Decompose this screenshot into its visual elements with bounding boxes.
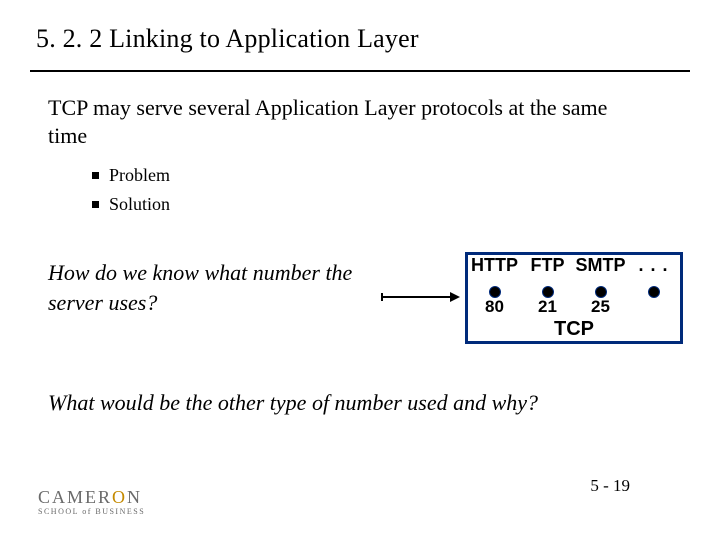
logo-subtext: SCHOOL of BUSINESS bbox=[38, 508, 145, 516]
bullet-label: Problem bbox=[109, 165, 170, 185]
square-bullet-icon bbox=[92, 172, 99, 179]
tcp-label: TCP bbox=[468, 318, 680, 341]
bullet-list: Problem Solution bbox=[92, 162, 170, 220]
logo-text: CAMER bbox=[38, 487, 112, 507]
logo-text-accent: O bbox=[112, 487, 127, 507]
protocol-label: FTP bbox=[521, 253, 574, 276]
page-number: 5 - 19 bbox=[590, 476, 630, 496]
port-row: 80 21 25 bbox=[468, 297, 680, 317]
slide: 5. 2. 2 Linking to Application Layer TCP… bbox=[0, 0, 720, 540]
bullet-label: Solution bbox=[109, 194, 170, 214]
title-underline bbox=[30, 70, 690, 72]
port-number: 25 bbox=[574, 297, 627, 317]
square-bullet-icon bbox=[92, 201, 99, 208]
logo-text: N bbox=[127, 487, 142, 507]
port-number: 80 bbox=[468, 297, 521, 317]
bullet-item: Problem bbox=[92, 162, 170, 189]
arrow-icon bbox=[380, 290, 460, 304]
question-2: What would be the other type of number u… bbox=[48, 390, 648, 416]
slide-title: 5. 2. 2 Linking to Application Layer bbox=[36, 24, 684, 54]
protocol-row: HTTP FTP SMTP . . . bbox=[468, 253, 680, 276]
cameron-logo: CAMERON SCHOOL of BUSINESS bbox=[38, 488, 145, 516]
protocol-label: SMTP bbox=[574, 253, 627, 276]
intro-text: TCP may serve several Application Layer … bbox=[48, 94, 628, 149]
port-number bbox=[627, 297, 680, 317]
ellipsis-label: . . . bbox=[627, 253, 680, 276]
protocol-label: HTTP bbox=[468, 253, 521, 276]
port-number: 21 bbox=[521, 297, 574, 317]
question-1: How do we know what number the server us… bbox=[48, 258, 378, 317]
tcp-ports-diagram: HTTP FTP SMTP . . . 80 21 25 TCP bbox=[465, 252, 683, 344]
bullet-item: Solution bbox=[92, 191, 170, 218]
